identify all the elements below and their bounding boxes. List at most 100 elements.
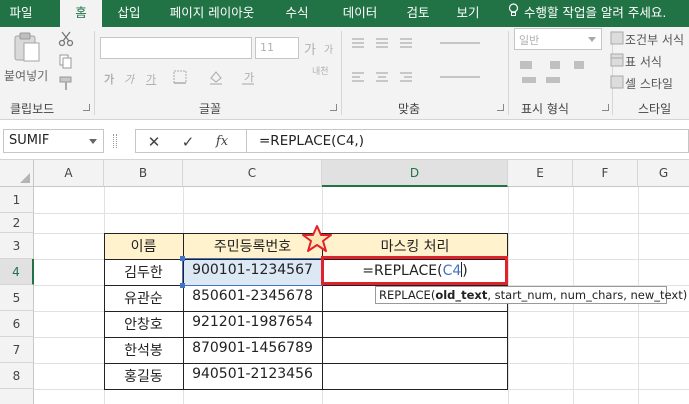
tell-me-box[interactable]: 수행할 작업을 알려 주세요. [508, 0, 666, 27]
number-format-value: 일반 [519, 34, 540, 47]
tab-data[interactable]: 데이터 [330, 0, 390, 27]
tooltip-func: REPLACE( [379, 288, 436, 302]
formula-text: =REPLACE(C4,) [259, 133, 364, 149]
clipboard-launcher-icon[interactable] [83, 104, 90, 111]
column-header-d[interactable]: D [322, 160, 508, 187]
header-name-cell[interactable]: 이름 [104, 236, 183, 256]
conditional-format-button[interactable]: 조건부 서식 [625, 31, 684, 48]
name-box[interactable]: SUMIF [3, 129, 104, 153]
row-header-5[interactable]: 5 [0, 285, 34, 311]
id-cell[interactable]: 850601-2345678 [183, 288, 322, 304]
tab-review[interactable]: 검토 [396, 0, 440, 27]
font-group-label: 글꼴 [199, 102, 222, 116]
copy-icon[interactable] [58, 53, 74, 72]
table-format-button[interactable]: 표 서식 [625, 53, 662, 70]
paste-button-label[interactable]: 붙여넣기 [4, 67, 48, 84]
tab-insert[interactable]: 삽입 [108, 0, 150, 27]
font-size-value: 11 [260, 41, 274, 54]
resize-handle[interactable] [113, 134, 117, 148]
row-header-7[interactable]: 7 [0, 337, 34, 363]
id-cell[interactable]: 870901-1456789 [183, 340, 322, 356]
column-header-g[interactable]: G [638, 160, 689, 187]
row-header-1[interactable]: 1 [0, 187, 34, 213]
borders-icon[interactable] [172, 69, 188, 88]
currency-icons[interactable] [518, 57, 598, 90]
name-box-value: SUMIF [9, 133, 50, 148]
fill-color-icon[interactable] [208, 69, 224, 88]
paste-icon[interactable] [12, 31, 42, 68]
row-header-9[interactable] [0, 389, 34, 404]
align-lines-icon[interactable] [350, 35, 510, 98]
table-border [104, 337, 508, 338]
formula-bar: SUMIF ✕ ✓ fx =REPLACE(C4,) [0, 120, 689, 160]
gridline [34, 213, 689, 214]
underline-button[interactable]: 가 [146, 71, 156, 87]
column-header-e[interactable]: E [508, 160, 573, 187]
name-cell[interactable]: 유관순 [104, 288, 183, 308]
table-border [104, 363, 508, 364]
row-header-3[interactable]: 3 [0, 233, 34, 259]
enter-icon[interactable]: ✓ [178, 132, 198, 152]
number-format-dropdown[interactable]: 일반 [514, 28, 602, 50]
id-cell[interactable]: 921201-1987654 [183, 314, 322, 330]
font-launcher-icon[interactable] [330, 104, 337, 111]
column-header-f[interactable]: F [573, 160, 638, 187]
highlight-box [321, 256, 508, 285]
name-cell[interactable]: 안창호 [104, 314, 183, 334]
bold-button[interactable]: 가 [104, 71, 114, 87]
chevron-down-icon [588, 37, 596, 42]
cancel-icon[interactable]: ✕ [144, 132, 164, 152]
function-tooltip[interactable]: REPLACE(old_text, start_num, num_chars, … [375, 286, 687, 304]
select-all-button[interactable] [0, 160, 34, 187]
phonetic-button[interactable]: 내천 [312, 67, 334, 77]
formula-buttons: ✕ ✓ fx [135, 129, 247, 153]
table-border [104, 311, 508, 312]
tab-home[interactable]: 홈 [60, 0, 102, 28]
tell-me-text: 수행할 작업을 알려 주세요. [523, 5, 667, 20]
italic-button[interactable]: 가 [124, 71, 134, 87]
name-cell[interactable]: 김두한 [104, 262, 183, 282]
tab-formulas[interactable]: 수식 [274, 0, 320, 27]
row-header-8[interactable]: 8 [0, 363, 34, 389]
group-divider [508, 31, 509, 115]
cell-styles-button[interactable]: 셀 스타일 [625, 75, 673, 92]
font-name-dropdown[interactable] [100, 37, 252, 59]
column-header-c[interactable]: C [183, 160, 322, 187]
grow-font-button[interactable]: 가 [304, 39, 316, 58]
table-format-icon[interactable] [610, 53, 624, 70]
row-header-6[interactable]: 6 [0, 311, 34, 337]
lightbulb-icon [508, 0, 520, 26]
tab-page-layout[interactable]: 페이지 레이아웃 [160, 0, 264, 27]
number-launcher-icon[interactable] [602, 104, 609, 111]
reference-handle[interactable] [180, 256, 185, 261]
cut-icon[interactable] [58, 31, 74, 50]
tooltip-rest: , start_num, num_chars, new_text) [487, 288, 688, 302]
tab-file[interactable]: 파일 [0, 0, 42, 27]
ribbon-home: 붙여넣기 클립보드 11 가 가 가 가 가 가 내천 글꼴 맞춤 일반 표시 … [0, 27, 689, 120]
column-header-b[interactable]: B [104, 160, 183, 187]
header-masked-cell[interactable]: 마스킹 처리 [322, 236, 508, 256]
id-cell[interactable]: 940501-2123456 [183, 366, 322, 382]
id-cell[interactable]: 900101-1234567 [183, 262, 322, 278]
formula-input[interactable]: =REPLACE(C4,) [247, 129, 689, 153]
column-header-a[interactable]: A [34, 160, 104, 187]
row-header-2[interactable]: 2 [0, 213, 34, 233]
font-size-dropdown[interactable]: 11 [255, 37, 299, 59]
conditional-format-icon[interactable] [610, 31, 624, 48]
tab-view[interactable]: 보기 [446, 0, 490, 27]
clipboard-group-label: 클립보드 [10, 102, 55, 116]
format-painter-icon[interactable] [58, 75, 74, 94]
tooltip-active-arg: old_text [435, 288, 488, 302]
row-header-4[interactable]: 4 [0, 259, 34, 285]
alignment-group-label: 맞춤 [398, 102, 421, 116]
cell-styles-icon[interactable] [610, 75, 624, 92]
shrink-font-button[interactable]: 가 [324, 41, 333, 56]
alignment-launcher-icon[interactable] [497, 104, 504, 111]
name-cell[interactable]: 홍길동 [104, 366, 183, 386]
insert-function-icon[interactable]: fx [212, 132, 232, 152]
group-divider [341, 31, 342, 115]
star-icon [302, 225, 332, 256]
ribbon-tab-bar: 파일 홈 삽입 페이지 레이아웃 수식 데이터 검토 보기 수행할 작업을 알려… [0, 0, 689, 28]
font-color-icon[interactable]: 가 [240, 69, 256, 88]
name-cell[interactable]: 한석봉 [104, 340, 183, 360]
